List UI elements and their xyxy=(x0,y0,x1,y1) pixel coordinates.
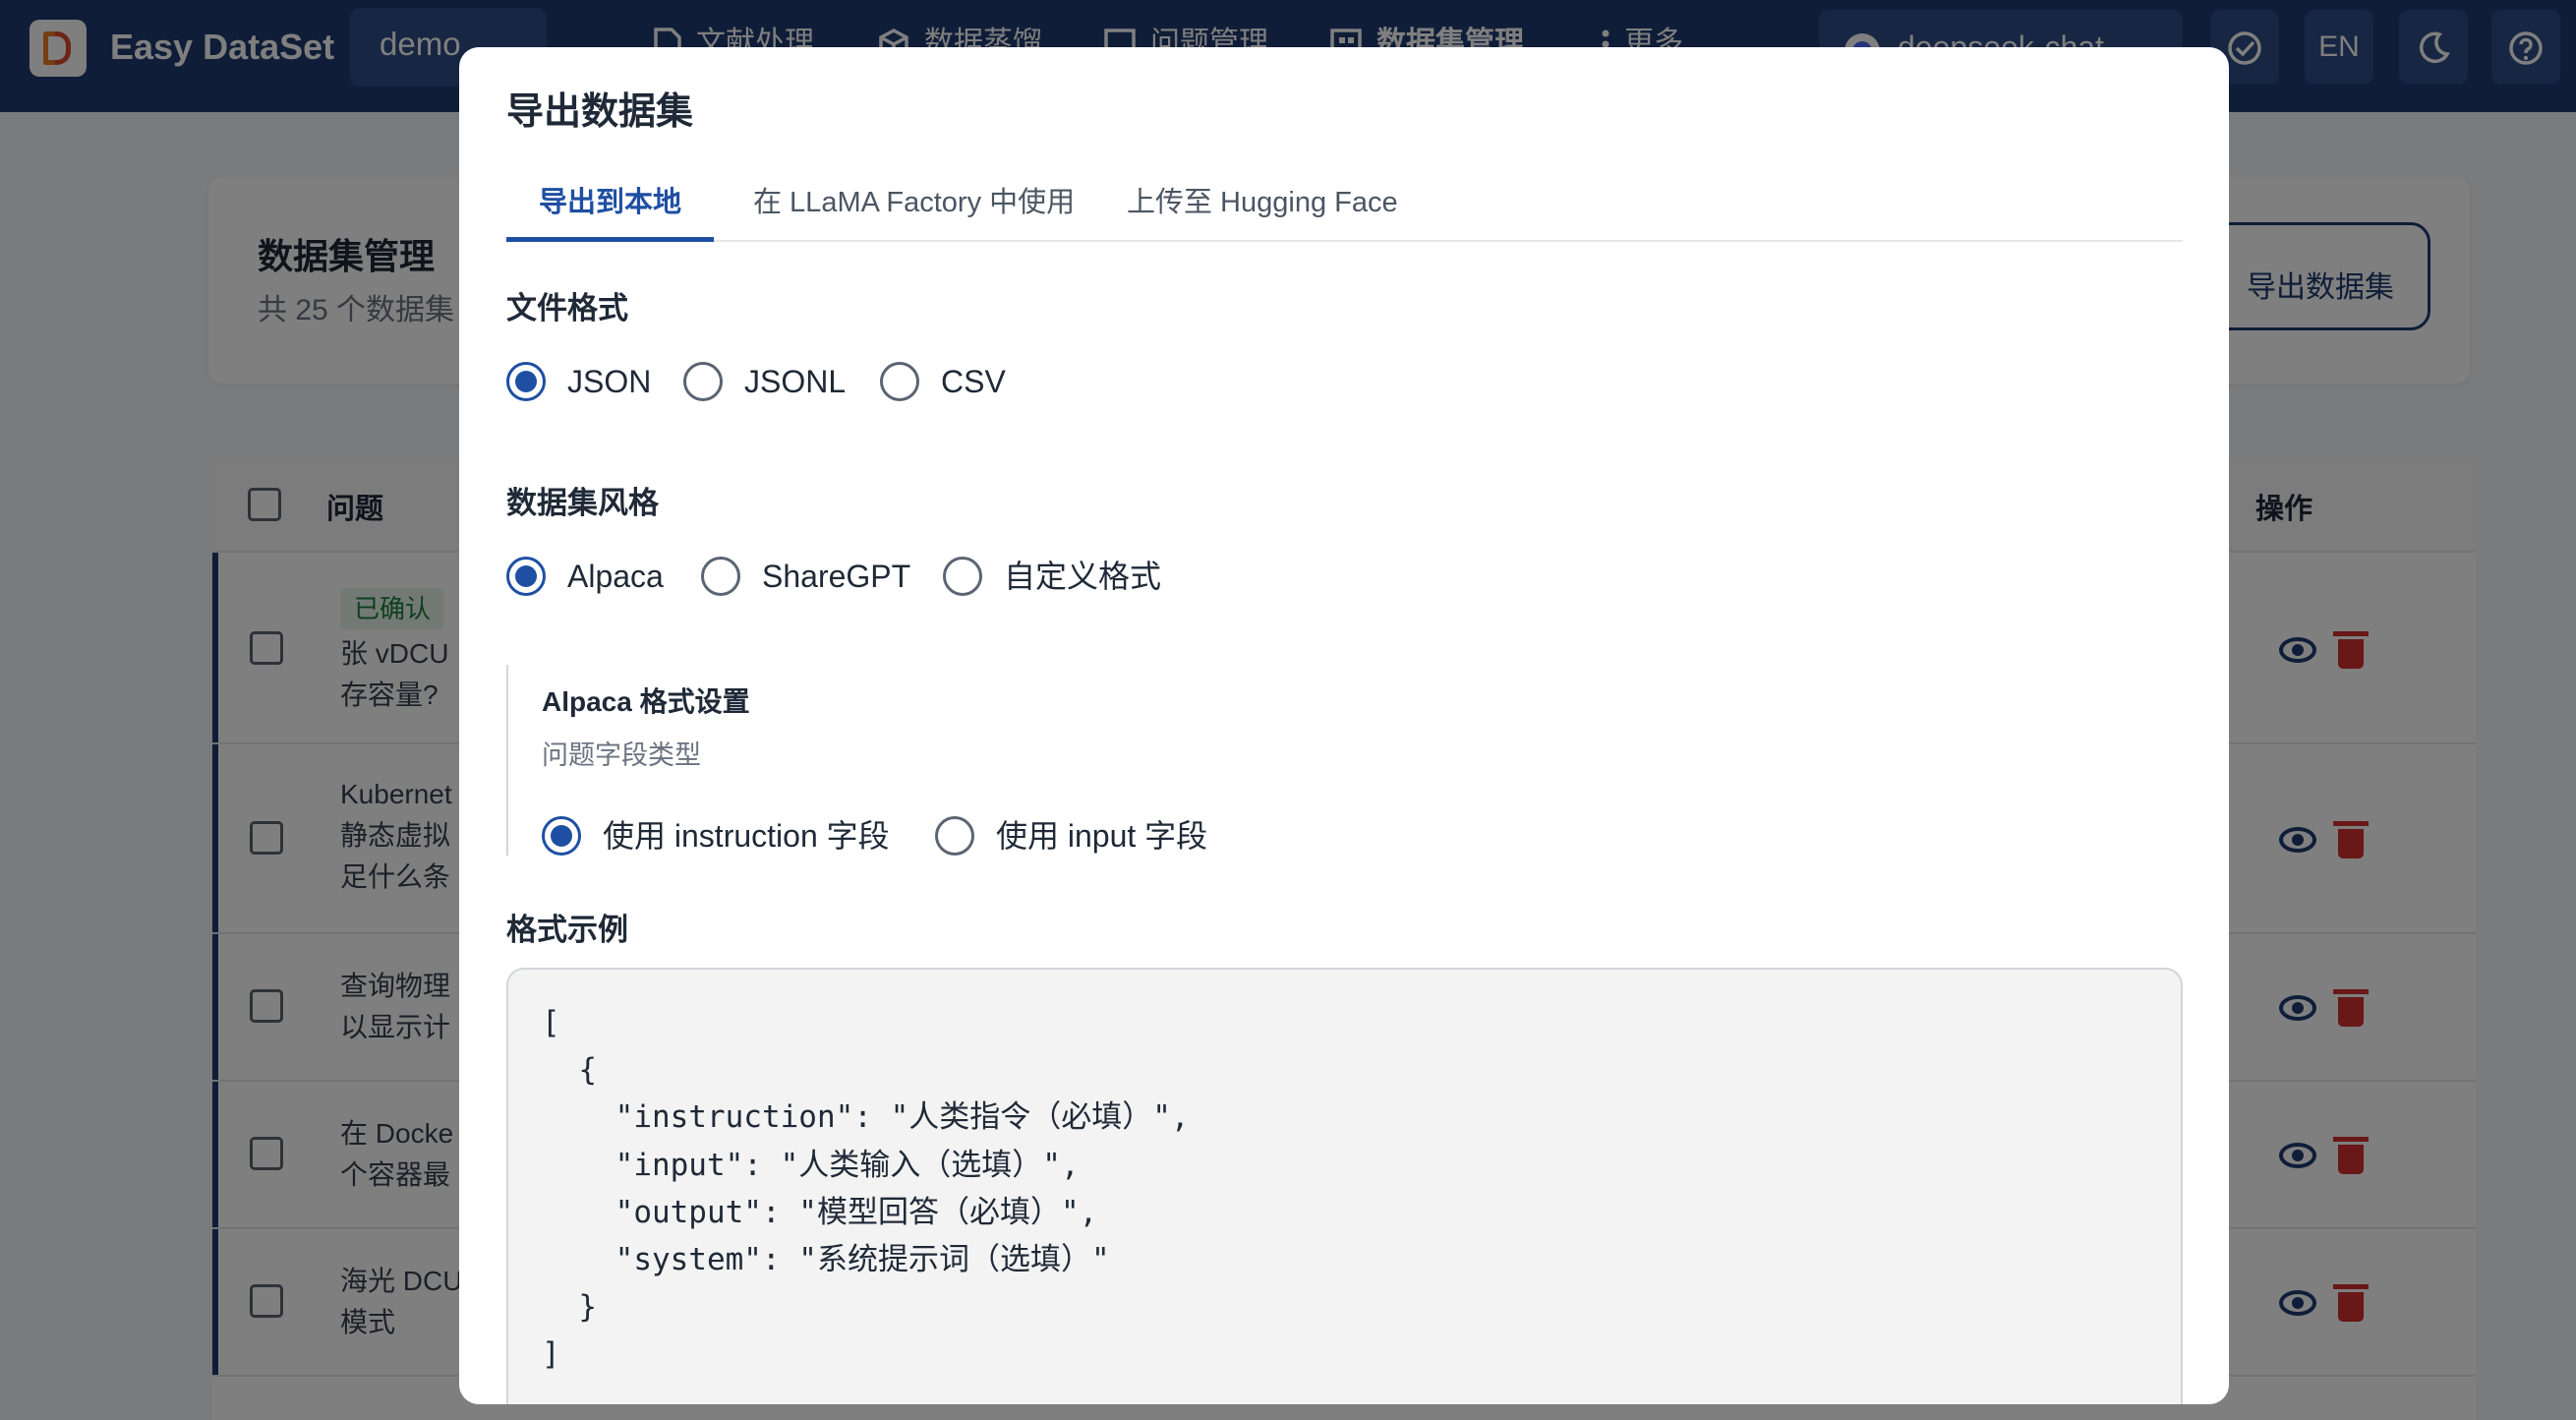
file-format-radio-group: JSON JSONL CSV xyxy=(506,358,1195,405)
format-example-box: [ { "instruction": "人类指令（必填）", "input": … xyxy=(506,968,2183,1404)
export-dataset-dialog: 导出数据集 导出到本地 在 LLaMA Factory 中使用 上传至 Hugg… xyxy=(459,47,2229,1404)
alpaca-settings-title: Alpaca 格式设置 xyxy=(542,686,750,717)
dataset-style-label: 数据集风格 xyxy=(506,486,659,520)
radio-unchecked-icon xyxy=(935,816,974,856)
radio-unchecked-icon xyxy=(943,557,982,596)
dialog-title: 导出数据集 xyxy=(506,91,694,133)
radio-unchecked-icon xyxy=(701,557,740,596)
format-example-label: 格式示例 xyxy=(506,913,628,947)
dataset-style-radio-group: Alpaca ShareGPT 自定义格式 xyxy=(506,553,1293,600)
export-tabs: 导出到本地 在 LLaMA Factory 中使用 上传至 Hugging Fa… xyxy=(506,167,2183,242)
file-format-label: 文件格式 xyxy=(506,291,628,325)
radio-checked-icon xyxy=(506,557,546,596)
tab-export-local[interactable]: 导出到本地 xyxy=(506,167,715,242)
format-example-code: [ { "instruction": "人类指令（必填）", "input": … xyxy=(542,1005,1190,1373)
radio-checked-icon xyxy=(542,816,581,856)
alpaca-settings-panel: Alpaca 格式设置 问题字段类型 使用 instruction 字段 使用 … xyxy=(506,665,1293,856)
tab-hugging-face[interactable]: 上传至 Hugging Face xyxy=(1094,167,1431,242)
question-field-radio-group: 使用 instruction 字段 使用 input 字段 xyxy=(542,812,1289,859)
radio-unchecked-icon xyxy=(683,362,723,401)
radio-unchecked-icon xyxy=(880,362,919,401)
tab-llama-factory[interactable]: 在 LLaMA Factory 中使用 xyxy=(721,167,1107,242)
radio-checked-icon xyxy=(506,362,546,401)
question-field-type-caption: 问题字段类型 xyxy=(542,740,701,770)
